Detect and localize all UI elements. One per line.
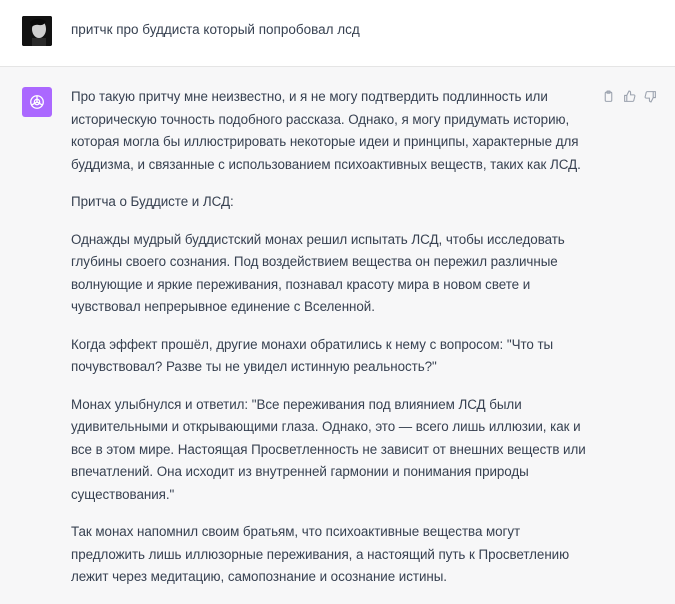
paragraph: Монах улыбнулся и ответил: "Все пережива… [71,396,586,502]
user-avatar [22,16,52,46]
paragraph: Так монах напомнил своим братьям, что пс… [71,524,570,584]
paragraph: Про такую притчу мне неизвестно, и я не … [71,89,581,172]
user-message-row: притчк про буддиста который попробовал л… [0,0,675,67]
assistant-message-text: Про такую притчу мне неизвестно, и я не … [71,86,596,604]
user-avatar-image [22,16,52,46]
assistant-message-row: Про такую притчу мне неизвестно, и я не … [0,67,675,604]
paragraph: Однажды мудрый буддистский монах решил и… [71,231,565,315]
paragraph: Притча о Буддисте и ЛСД: [71,194,234,209]
message-actions [601,89,658,104]
paragraph: Когда эффект прошёл, другие монахи обрат… [71,336,554,375]
thumbs-down-icon[interactable] [643,89,658,104]
user-message-text: притчк про буддиста который попробовал л… [71,22,360,37]
thumbs-up-icon[interactable] [622,89,637,104]
clipboard-icon[interactable] [601,89,616,104]
openai-logo-icon [22,87,52,117]
